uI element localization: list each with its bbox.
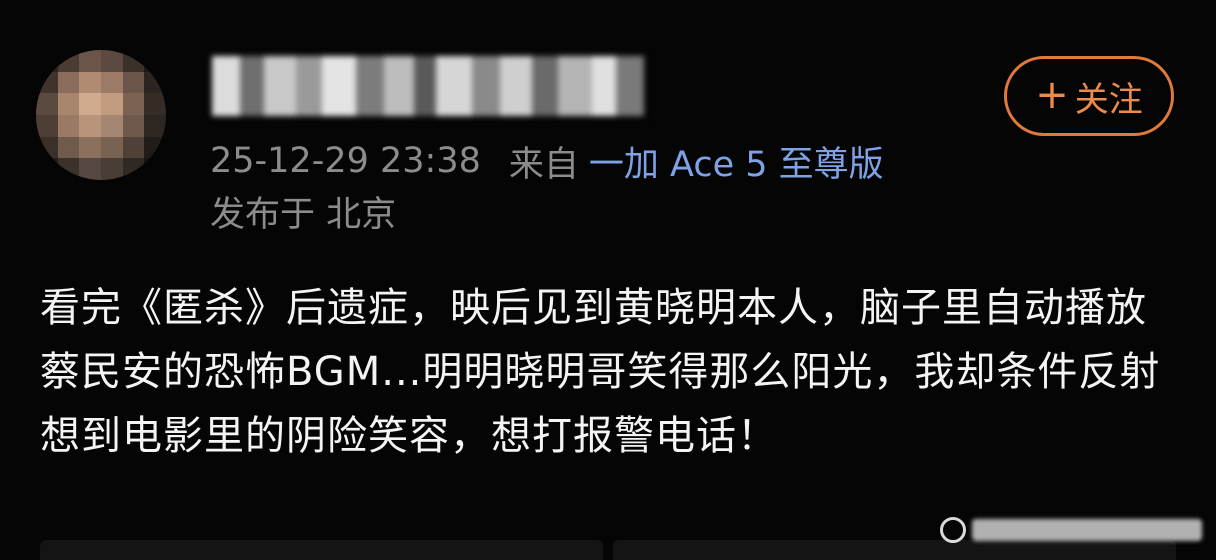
avatar-pixel [122, 136, 145, 159]
avatar-pixel [79, 93, 101, 115]
avatar-pixel [144, 136, 166, 159]
username-blur-block [264, 56, 297, 116]
avatar-pixel [36, 114, 58, 137]
avatar-pixel [79, 71, 101, 94]
post-location: 发布于 北京 [210, 195, 397, 235]
post-text: 看完《匿杀》后遗症，映后见到黄晓明本人，脑子里自动播放蔡民安的恐怖BGM...明… [40, 285, 1161, 459]
avatar-pixel [144, 93, 166, 115]
avatar-pixel [36, 50, 58, 72]
avatar-pixel [122, 114, 145, 137]
username-blur-block [471, 56, 500, 116]
avatar-pixel [144, 50, 166, 72]
username-blur-block [591, 56, 616, 116]
device-link[interactable]: 一加 Ace 5 至尊版 [589, 136, 884, 187]
avatar-pixel [144, 71, 166, 94]
avatar-mosaic [36, 50, 166, 180]
avatar-pixel [100, 50, 123, 72]
username-blur-block [296, 56, 323, 116]
username-blur-block [557, 56, 592, 116]
follow-label: 关注 [1074, 79, 1143, 120]
post-meta: 25-12-29 23:38 来自 一加 Ace 5 至尊版 [210, 136, 884, 186]
avatar-pixel [79, 114, 101, 137]
weibo-post-card: 25-12-29 23:38 来自 一加 Ace 5 至尊版 发布于 北京 + … [0, 0, 1216, 560]
avatar-pixel [57, 114, 80, 137]
username-blur-block [436, 56, 472, 116]
avatar-pixel [79, 50, 101, 72]
avatar-pixel [79, 158, 101, 180]
watermark-icon [940, 517, 966, 543]
username-blur-block [413, 56, 437, 116]
watermark-logo [940, 510, 1202, 550]
avatar-pixel [79, 136, 101, 159]
username-blur-block [240, 56, 265, 116]
plus-icon: + [1035, 71, 1069, 118]
avatar-pixel [122, 158, 145, 180]
username-blur-block [384, 56, 414, 116]
avatar-pixel [57, 71, 80, 94]
username-blurred[interactable] [212, 56, 644, 116]
avatar-pixel [36, 93, 58, 115]
avatar-pixel [100, 93, 123, 115]
avatar-pixel [36, 136, 58, 159]
avatar-pixel [36, 158, 58, 180]
username-blur-block [356, 56, 385, 116]
avatar-pixel [144, 114, 166, 137]
source-prefix: 来自 [508, 144, 579, 185]
post-timestamp: 25-12-29 23:38 [210, 141, 481, 181]
watermark-text-blurred [972, 519, 1202, 541]
avatar-pixel [57, 136, 80, 159]
username-blur-block [322, 56, 356, 116]
avatar-pixel [100, 136, 123, 159]
follow-button[interactable]: + 关注 [1004, 56, 1174, 136]
avatar[interactable] [36, 50, 166, 180]
avatar-pixel [122, 71, 145, 94]
avatar-pixel [57, 50, 80, 72]
username-blur-block [212, 56, 241, 116]
next-card-left [40, 540, 603, 560]
avatar-pixel [100, 114, 123, 137]
avatar-pixel [122, 93, 145, 115]
avatar-pixel [122, 50, 145, 72]
avatar-pixel [100, 158, 123, 180]
avatar-pixel [100, 71, 123, 94]
username-blur-block [531, 56, 558, 116]
avatar-pixel [36, 71, 58, 94]
avatar-pixel [144, 158, 166, 180]
avatar-pixel [57, 93, 80, 115]
avatar-pixel [57, 158, 80, 180]
username-blur-block [499, 56, 532, 116]
username-blur-block [615, 56, 644, 116]
